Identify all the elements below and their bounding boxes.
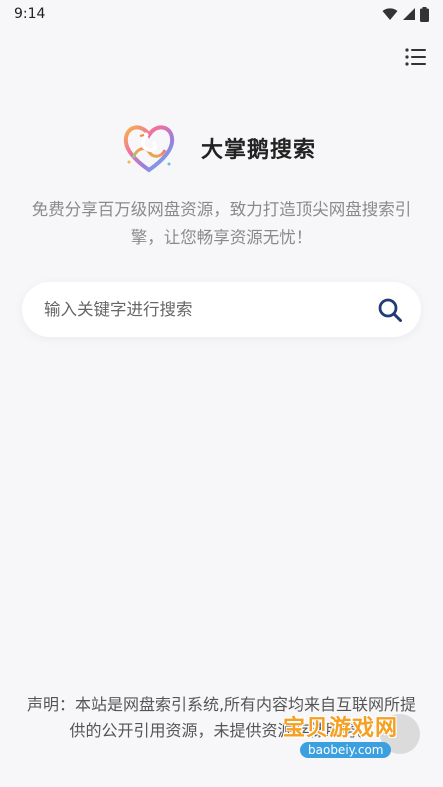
search-bar[interactable] — [22, 282, 421, 337]
status-icons — [382, 6, 429, 22]
battery-icon — [420, 6, 429, 22]
tagline: 免费分享百万级网盘资源，致力打造顶尖网盘搜索引擎，让您畅享资源无忧！ — [31, 200, 412, 247]
status-time: 9:14 — [14, 6, 46, 22]
watermark-url: baobeiy.com — [300, 742, 392, 758]
site-watermark: 宝贝游戏网 baobeiy.com — [268, 690, 428, 780]
brand-header: 大掌鹅搜索 — [0, 118, 443, 178]
brand-title: 大掌鹅搜索 — [200, 138, 316, 163]
wifi-icon — [382, 8, 398, 20]
signal-icon — [403, 8, 415, 20]
menu-icon — [405, 48, 426, 66]
search-icon[interactable] — [377, 297, 403, 323]
watermark-text: 宝贝游戏网 — [282, 716, 398, 741]
swan-heart-logo — [123, 125, 175, 173]
status-bar: 9:14 — [0, 0, 443, 28]
menu-button[interactable] — [405, 46, 427, 68]
search-input[interactable] — [44, 300, 364, 319]
